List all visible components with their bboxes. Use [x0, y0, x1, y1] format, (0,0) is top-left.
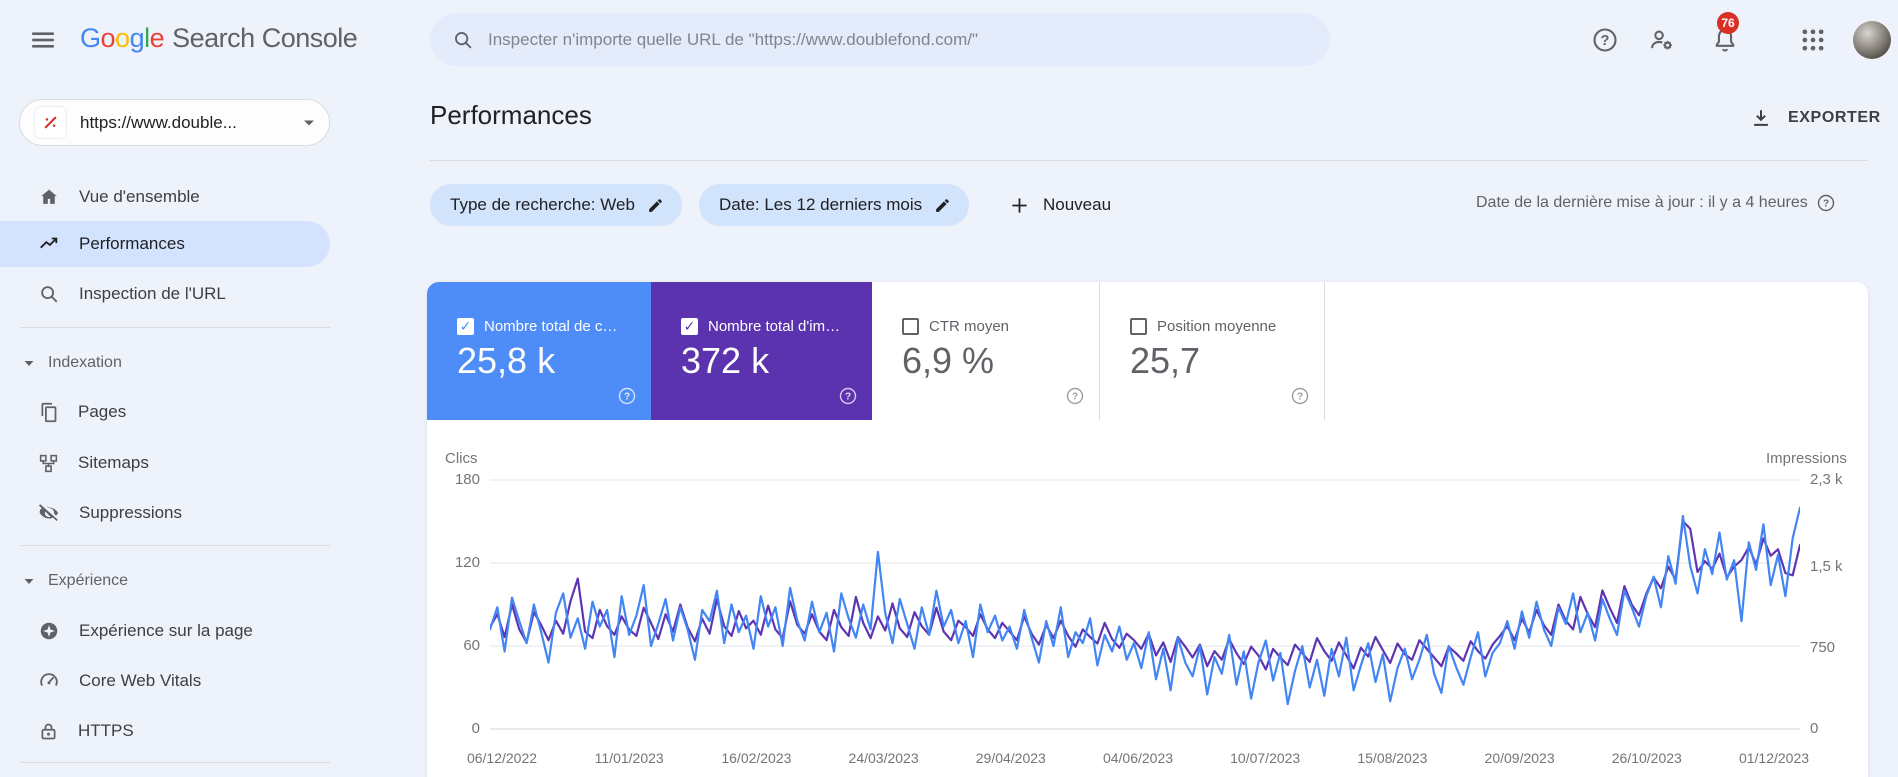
sidebar-item-performances[interactable]: Performances [0, 221, 330, 267]
checkbox-checked-icon[interactable]: ✓ [457, 318, 474, 335]
sidebar-item-overview[interactable]: Vue d'ensemble [0, 177, 330, 217]
sidebar-item-https[interactable]: HTTPS [0, 711, 330, 751]
svg-text:?: ? [624, 392, 630, 403]
sidebar-divider [20, 327, 330, 328]
help-question-icon[interactable]: ? [617, 386, 637, 406]
x-date-label: 16/02/2023 [721, 750, 792, 766]
metric-tile-average-position[interactable]: Position moyenne 25,7 ? [1100, 282, 1325, 420]
eye-off-icon [38, 504, 59, 521]
property-selector[interactable]: https://www.double... [19, 99, 330, 146]
x-date-label: 10/07/2023 [1230, 750, 1301, 766]
edit-pencil-icon [936, 198, 950, 212]
page-title: Performances [430, 100, 592, 130]
section-caret-icon [24, 360, 34, 366]
lock-icon [41, 723, 56, 739]
filter-chip-search-type[interactable]: Type de recherche: Web [430, 184, 682, 226]
filter-chip-date[interactable]: Date: Les 12 derniers mois [699, 184, 970, 226]
app-logo: Google Search Console [80, 23, 358, 54]
last-updated: Date de la dernière mise à jour : il y a… [1476, 193, 1836, 213]
section-experience[interactable]: Expérience [0, 568, 330, 594]
metric-tile-total-clicks[interactable]: ✓ Nombre total de c… 25,8 k ? [427, 282, 651, 420]
sidebar-item-core-web-vitals[interactable]: Core Web Vitals [0, 661, 330, 701]
sidebar-item-pages[interactable]: Pages [0, 392, 330, 432]
metric-value: 25,7 [1130, 340, 1201, 381]
help-question-icon[interactable]: ? [1290, 386, 1310, 406]
trending-up-icon [40, 237, 58, 249]
performance-chart[interactable] [490, 460, 1800, 740]
metric-value: 6,9 % [902, 340, 995, 381]
svg-text:?: ? [1823, 199, 1829, 210]
x-date-label: 24/03/2023 [848, 750, 919, 766]
home-icon [41, 189, 57, 204]
search-placeholder: Inspecter n'importe quelle URL de "https… [488, 29, 978, 49]
help-question-icon[interactable]: ? [838, 386, 858, 406]
plus-icon [1012, 197, 1027, 213]
sitemap-tree-icon [39, 454, 58, 472]
magnifier-icon [41, 286, 58, 303]
pages-icon [41, 402, 57, 422]
product-name: Search Console [172, 23, 358, 53]
speedometer-icon [40, 673, 58, 687]
property-icon [34, 106, 67, 139]
metric-value: 25,8 k [457, 340, 556, 381]
export-button[interactable]: EXPORTER [1750, 107, 1881, 129]
sidebar-divider [20, 762, 330, 763]
search-icon [455, 31, 472, 49]
divider [430, 160, 1868, 161]
x-date-label: 11/01/2023 [594, 750, 664, 766]
user-avatar[interactable] [1853, 21, 1891, 59]
url-inspect-searchbar[interactable]: Inspecter n'importe quelle URL de "https… [430, 13, 1330, 66]
checkbox-unchecked-icon[interactable] [1130, 318, 1147, 335]
section-indexation[interactable]: Indexation [0, 350, 330, 376]
checkbox-unchecked-icon[interactable] [902, 318, 919, 335]
apps-grid-icon[interactable] [1799, 26, 1827, 54]
help-question-icon[interactable]: ? [1065, 386, 1085, 406]
svg-text:?: ? [1297, 392, 1303, 403]
help-icon[interactable]: ? [1591, 26, 1619, 54]
section-caret-icon [24, 578, 34, 584]
new-filter-button[interactable]: Nouveau [1000, 184, 1121, 226]
metric-tile-ctr[interactable]: CTR moyen 6,9 % ? [872, 282, 1100, 420]
svg-text:?: ? [845, 392, 851, 403]
x-date-label: 04/06/2023 [1102, 750, 1174, 766]
sidebar-item-page-experience[interactable]: Expérience sur la page [0, 611, 330, 651]
property-url: https://www.double... [80, 112, 237, 132]
download-icon [1754, 110, 1768, 126]
google-logo: Google [80, 23, 165, 53]
svg-text:?: ? [1601, 33, 1610, 49]
hamburger-menu-icon[interactable] [30, 27, 56, 53]
x-date-label: 15/08/2023 [1357, 750, 1428, 766]
left-axis-title: Clics [445, 450, 478, 467]
chevron-down-icon [304, 120, 314, 125]
x-date-label: 29/04/2023 [975, 750, 1046, 766]
metric-tile-total-impressions[interactable]: ✓ Nombre total d'im… 372 k ? [651, 282, 872, 420]
edit-pencil-icon [649, 198, 662, 212]
svg-text:?: ? [1072, 392, 1078, 403]
info-question-icon[interactable]: ? [1816, 193, 1836, 213]
sidebar-item-removals[interactable]: Suppressions [0, 493, 330, 533]
x-date-label: 20/09/2023 [1484, 750, 1555, 766]
checkbox-checked-icon[interactable]: ✓ [681, 318, 698, 335]
sidebar-divider [20, 545, 330, 546]
x-date-label: 01/12/2023 [1738, 750, 1810, 766]
metric-value: 372 k [681, 340, 770, 381]
x-date-label: 06/12/2022 [466, 750, 538, 766]
notification-badge: 76 [1717, 12, 1739, 34]
x-date-label: 26/10/2023 [1611, 750, 1682, 766]
sidebar-item-sitemaps[interactable]: Sitemaps [0, 443, 330, 483]
clicks-line [490, 506, 1800, 706]
page-experience-icon [40, 622, 58, 640]
sidebar-item-url-inspection[interactable]: Inspection de l'URL [0, 274, 330, 314]
manage-users-icon[interactable] [1648, 26, 1676, 54]
